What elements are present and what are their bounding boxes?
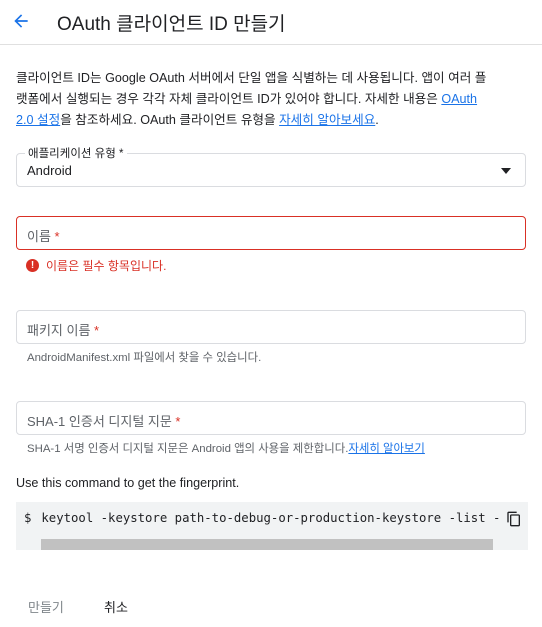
cancel-button[interactable]: 취소	[94, 592, 138, 620]
name-error-text: 이름은 필수 항목입니다.	[46, 259, 167, 273]
application-type-label: 애플리케이션 유형 *	[25, 145, 127, 161]
description: 클라이언트 ID는 Google OAuth 서버에서 단일 앱을 식별하는 데…	[16, 68, 528, 131]
page-header: OAuth 클라이언트 ID 만들기	[0, 0, 542, 45]
name-input[interactable]: 이름 *	[16, 216, 526, 250]
name-placeholder: 이름 *	[27, 229, 60, 244]
package-name-help: AndroidManifest.xml 파일에서 찾을 수 있습니다.	[27, 352, 262, 364]
name-error-message: ! 이름은 필수 항목입니다.	[26, 257, 166, 274]
application-type-value: Android	[27, 163, 72, 178]
command-line: $ keytool -keystore path-to-debug-or-prod…	[24, 511, 508, 525]
package-name-input[interactable]: 패키지 이름 *	[16, 310, 526, 344]
command-code-block: $ keytool -keystore path-to-debug-or-prod…	[16, 502, 528, 550]
oauth-setup-link[interactable]: OAuth	[441, 92, 477, 106]
back-button[interactable]	[6, 6, 36, 36]
oauth-setup-link-cont[interactable]: 2.0 설정	[16, 113, 60, 127]
sha1-learn-more-link[interactable]: 자세히 알아보기	[348, 443, 425, 455]
copy-icon	[507, 511, 520, 527]
create-button[interactable]: 만들기	[18, 592, 74, 620]
description-line-2: 랫폼에서 실행되는 경우 각각 자체 클라이언트 ID가 있어야 합니다. 자세…	[16, 92, 442, 106]
page-title: OAuth 클라이언트 ID 만들기	[57, 14, 286, 35]
command-prompt: $	[24, 511, 32, 525]
arrow-back-icon	[14, 14, 28, 28]
sha1-placeholder: SHA-1 인증서 디지털 지문 *	[27, 414, 181, 429]
application-type-select[interactable]: 애플리케이션 유형 * Android	[16, 145, 526, 187]
copy-button[interactable]	[500, 506, 528, 532]
sha1-help: SHA-1 서명 인증서 디지털 지문은 Android 앱의 사용을 제한합니…	[27, 443, 425, 455]
package-name-placeholder: 패키지 이름 *	[27, 323, 100, 338]
error-icon: !	[26, 259, 39, 272]
command-text: keytool -keystore path-to-debug-or-produ…	[41, 511, 508, 525]
sha1-fingerprint-input[interactable]: SHA-1 인증서 디지털 지문 *	[16, 401, 526, 435]
learn-more-client-types-link[interactable]: 자세히 알아보세요	[279, 113, 375, 127]
description-period: .	[375, 113, 379, 127]
description-line-3: 을 참조하세요. OAuth 클라이언트 유형을	[60, 113, 280, 127]
command-title: Use this command to get the fingerprint.	[16, 476, 240, 490]
horizontal-scrollbar[interactable]	[41, 539, 493, 550]
dropdown-arrow-icon	[501, 168, 511, 174]
description-line-1: 클라이언트 ID는 Google OAuth 서버에서 단일 앱을 식별하는 데…	[16, 71, 487, 85]
